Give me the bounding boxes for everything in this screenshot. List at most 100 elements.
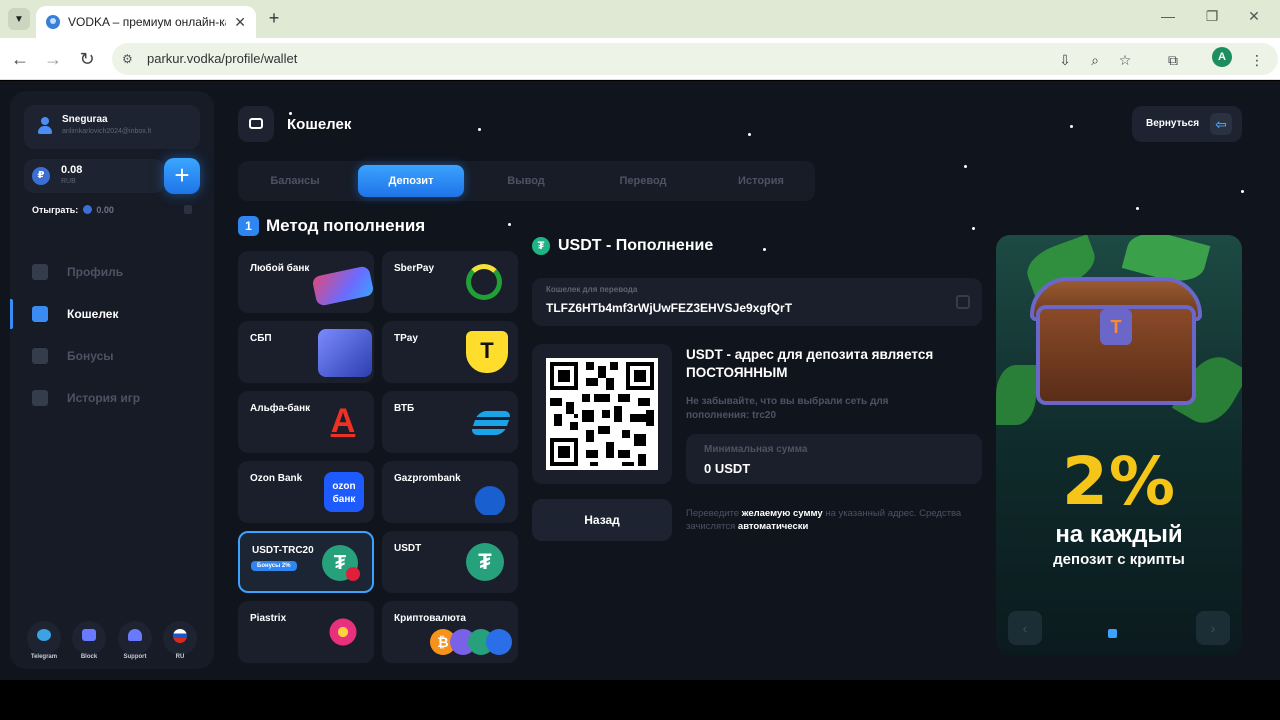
method-card-sbp[interactable]: СБП: [238, 321, 374, 383]
promo-prev-button[interactable]: ‹: [1008, 611, 1042, 645]
back-nav-icon[interactable]: ←: [9, 48, 31, 70]
browser-tab[interactable]: VODKA – премиум онлайн-ка ✕: [36, 6, 256, 38]
note-text: Переведите: [686, 508, 740, 519]
qr-code-box: [532, 344, 672, 484]
promo-line-1: на каждый: [1055, 521, 1183, 548]
sbp-terminal-icon: [318, 329, 372, 377]
network-note: Не забывайте, что вы выбрали сеть для по…: [686, 396, 889, 421]
tinkoff-logo-icon: T: [466, 331, 508, 373]
browser-toolbar: ← → ↻ ⚙ parkur.vodka/profile/wallet ⇩ ⌕ …: [0, 38, 1280, 80]
active-indicator: [10, 299, 13, 329]
site-info-icon[interactable]: ⚙: [122, 52, 136, 66]
user-card[interactable]: Snegurаа anlimkаrlovich2024@inbox.lt: [24, 105, 200, 149]
method-card-gazprombank[interactable]: Gazprombank: [382, 461, 518, 523]
tron-logo-icon: [346, 567, 360, 581]
bonus-badge: Бонусы 2%: [251, 561, 297, 571]
sidebar-item-profile[interactable]: Профиль: [10, 257, 214, 287]
user-icon: [32, 264, 48, 280]
method-card-any-bank[interactable]: Любой банк: [238, 251, 375, 313]
block-button[interactable]: Block: [72, 621, 106, 660]
user-email: anlimkаrlovich2024@inbox.lt: [62, 128, 152, 135]
wallet-label: Кошелек для перевода: [546, 285, 638, 294]
tab-search-button[interactable]: ▼: [8, 8, 30, 30]
telegram-button[interactable]: Telegram: [27, 621, 61, 660]
tab-history[interactable]: История: [708, 165, 814, 197]
address-heading: USDT - адрес для депозита является ПОСТО…: [686, 347, 934, 380]
lock-icon: [82, 629, 96, 641]
promo-next-button[interactable]: ›: [1196, 611, 1230, 645]
sidebar-item-wallet[interactable]: Кошелек: [10, 299, 214, 329]
ruble-coin-icon: ₽: [32, 167, 50, 185]
method-card-ozon[interactable]: Ozon Bank ozon банк: [238, 461, 374, 523]
method-card-usdt[interactable]: USDT ₮: [382, 531, 518, 593]
address-bar[interactable]: ⚙ parkur.vodka/profile/wallet ⇩ ⌕ ☆ ⧉ ⋮: [112, 43, 1278, 75]
tab-balances[interactable]: Балансы: [242, 165, 348, 197]
forward-nav-icon[interactable]: →: [42, 48, 64, 70]
method-name: Любой банк: [250, 263, 310, 274]
return-label: Вернуться: [1146, 118, 1200, 129]
sberpay-logo-icon: [466, 264, 502, 300]
balance-value: 0.08: [61, 164, 83, 176]
method-card-vtb[interactable]: ВТБ: [382, 391, 518, 453]
support-button[interactable]: Support: [118, 621, 152, 660]
copy-icon[interactable]: [956, 295, 970, 309]
wager-info-icon[interactable]: [184, 205, 192, 214]
method-card-usdt-trc20[interactable]: USDT-TRC20 Бонусы 2% ₮: [238, 531, 374, 593]
method-name: Piastrix: [250, 613, 287, 624]
bottom-strip: [0, 680, 1280, 720]
tab-transfer[interactable]: Перевод: [590, 165, 696, 197]
sidebar-item-game-history[interactable]: История игр: [10, 383, 214, 413]
wallet-address-field[interactable]: Кошелек для перевода TLFZ6HTb4mf3rWjUwFE…: [532, 278, 982, 326]
menu-dots-icon[interactable]: ⋮: [1248, 51, 1266, 69]
method-card-piastrix[interactable]: Piastrix: [238, 601, 374, 663]
minimum-amount-box: Минимальная сумма 0 USDT: [686, 434, 982, 484]
promo-banner[interactable]: T 2% на каждый депозит с крипты ‹ ›: [996, 235, 1242, 655]
coin-icon: [82, 205, 92, 214]
restore-button[interactable]: ❐: [1202, 8, 1222, 25]
sidebar-item-label: Бонусы: [67, 349, 114, 363]
method-card-alfa[interactable]: Альфа-банк A: [238, 391, 374, 453]
method-name: Ozon Bank: [250, 473, 303, 484]
note-bold: желаемую сумму: [741, 508, 823, 519]
reload-icon[interactable]: ↻: [76, 48, 98, 70]
method-name: ВТБ: [394, 403, 415, 414]
tether-logo-icon: ₮: [466, 543, 504, 581]
browser-tabstrip: ▼ VODKA – премиум онлайн-ка ✕ + — ❐ ✕: [0, 0, 1280, 38]
page: Snegurаа anlimkаrlovich2024@inbox.lt ₽ 0…: [0, 81, 1280, 680]
sidebar-item-bonuses[interactable]: Бонусы: [10, 341, 214, 371]
profile-avatar[interactable]: A: [1212, 47, 1232, 67]
back-button[interactable]: Назад: [532, 499, 672, 541]
sidebar-item-label: Профиль: [67, 265, 124, 279]
method-card-tpay[interactable]: TPay T: [382, 321, 518, 383]
close-tab-icon[interactable]: ✕: [234, 14, 246, 31]
zoom-icon[interactable]: ⌕: [1086, 51, 1104, 69]
bank-cards-icon: [311, 265, 375, 307]
bookmark-star-icon[interactable]: ☆: [1116, 51, 1134, 69]
username: Snegurаа: [62, 114, 108, 125]
new-tab-button[interactable]: +: [264, 8, 284, 28]
wallet-icon: [32, 306, 48, 322]
tab-withdraw[interactable]: Вывод: [473, 165, 579, 197]
close-window-button[interactable]: ✕: [1244, 8, 1264, 25]
vtb-logo-icon: [469, 411, 513, 435]
method-name: SberPay: [394, 263, 435, 274]
method-card-sberpay[interactable]: SberPay: [382, 251, 518, 313]
method-name: Альфа-банк: [250, 403, 311, 414]
language-button[interactable]: RU: [163, 621, 197, 660]
return-button[interactable]: Вернуться ⇦: [1132, 106, 1242, 142]
method-name: USDT-TRC20: [252, 545, 314, 556]
method-name: СБП: [250, 333, 272, 344]
tab-deposit[interactable]: Депозит: [358, 165, 464, 197]
deposit-title: USDT - Пополнение: [558, 237, 714, 254]
extensions-icon[interactable]: ⧉: [1164, 51, 1182, 69]
promo-pagination-dot[interactable]: [1108, 629, 1117, 638]
method-card-crypto[interactable]: Криптовалюта ₿: [382, 601, 518, 663]
promo-line-2: депозит с крипты: [1053, 551, 1185, 568]
qr-code-icon: [546, 358, 658, 470]
gift-icon: [32, 348, 48, 364]
minimize-button[interactable]: —: [1158, 8, 1178, 24]
method-name: TPay: [394, 333, 418, 344]
install-app-icon[interactable]: ⇩: [1056, 51, 1074, 69]
balance-card[interactable]: ₽ 0.08 RUB: [24, 159, 164, 193]
add-funds-button[interactable]: +: [164, 158, 200, 194]
